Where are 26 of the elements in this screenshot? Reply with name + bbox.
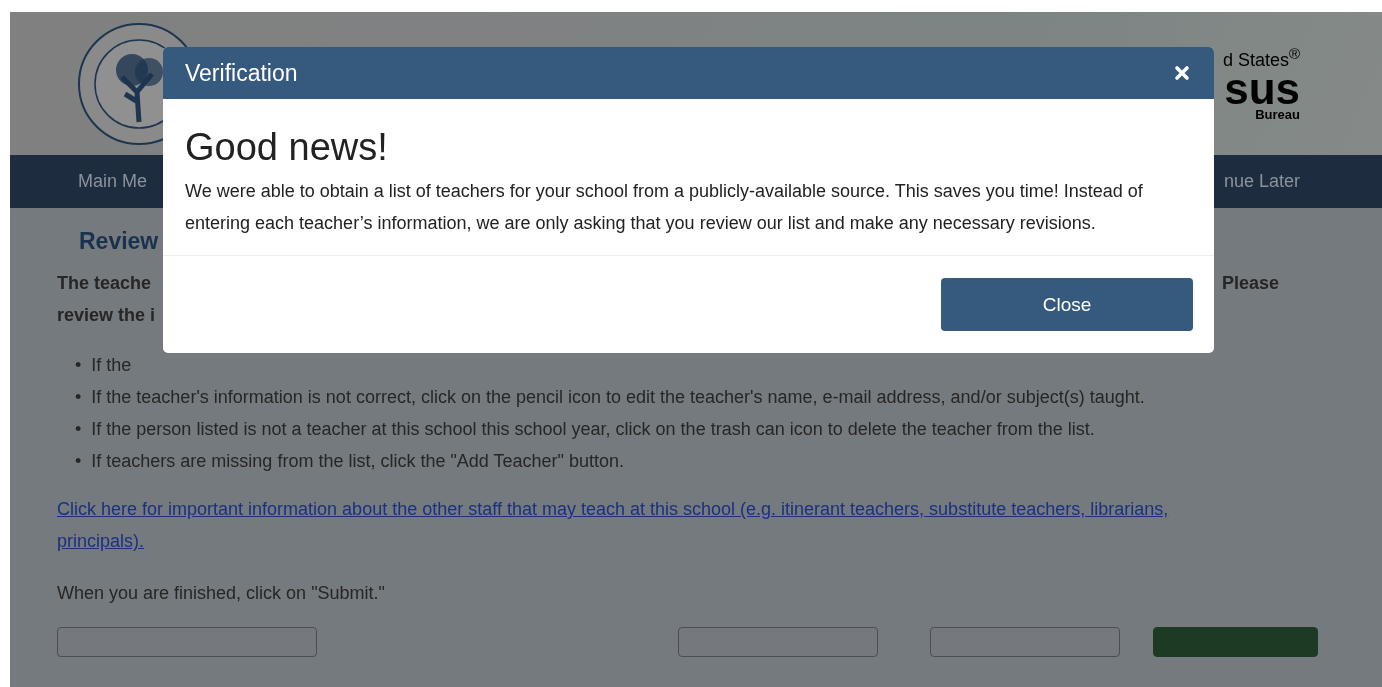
bullet-mark: • xyxy=(75,386,82,409)
census-logo: d States$^{®}$ sus Bureau xyxy=(1222,45,1300,122)
intro-text: Please xyxy=(1221,272,1279,295)
instruction-item: If the person listed is not a teacher at this school this school year, click on the trash can icon to delete the teacher from the list. xyxy=(91,418,1095,441)
intro-text: The teache xyxy=(57,272,152,295)
bullet-mark: • xyxy=(75,354,82,377)
close-icon[interactable] xyxy=(1174,65,1190,81)
page-button[interactable] xyxy=(930,627,1120,657)
bullet-mark: • xyxy=(75,450,82,473)
page-button[interactable] xyxy=(57,627,317,657)
instruction-item: If the xyxy=(91,354,132,377)
info-link[interactable]: Click here for important information about the other staff that may teach at this school (e.g. itinerant teachers, substitute teachers, librarians, principals). xyxy=(57,493,1247,557)
instruction-item: If teachers are missing from the list, click the "Add Teacher" button. xyxy=(91,450,624,473)
dialog-heading: Good news! xyxy=(185,125,389,170)
dialog-title: Verification xyxy=(185,59,298,87)
dialog-message: We were able to obtain a list of teachers for your school from a publicly-available source. This saves you time! Instead of entering each teacher’s information, we are only asking that you review our list and make any necessary revisions. xyxy=(185,180,1144,235)
page-button[interactable] xyxy=(1153,627,1318,657)
nav-link[interactable]: nue Later xyxy=(1223,171,1300,192)
instruction-note: When you are finished, click on "Submit." xyxy=(57,582,386,605)
intro-text: review the i xyxy=(57,304,156,327)
bullet-mark: • xyxy=(75,418,82,441)
instruction-item: If the teacher's information is not correct, click on the pencil icon to edit the teacher's name, e-mail address, and/or subject(s) taught. xyxy=(91,386,1145,409)
page-button[interactable] xyxy=(678,627,878,657)
close-button[interactable]: Close xyxy=(941,278,1193,331)
page-heading: Review xyxy=(79,228,160,255)
nav-link[interactable]: Main Me xyxy=(78,171,148,192)
